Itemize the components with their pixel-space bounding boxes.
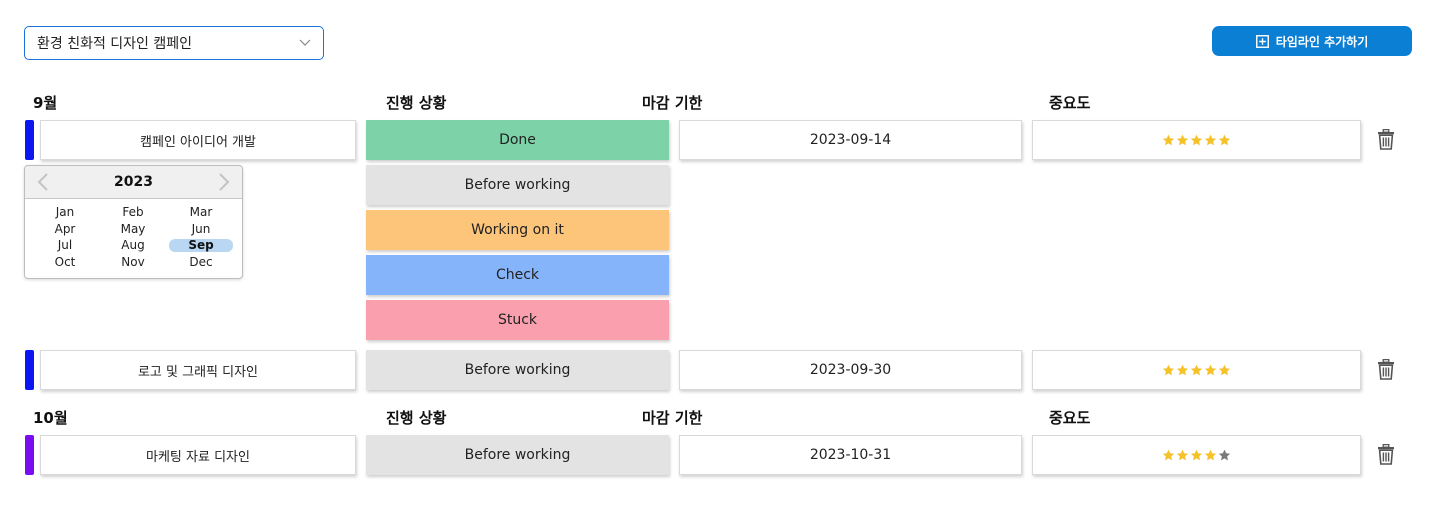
status-option-label: Before working: [464, 177, 571, 193]
campaign-select[interactable]: 환경 친화적 디자인 캠페인: [24, 26, 324, 60]
month-option-sep[interactable]: Sep: [169, 239, 233, 253]
month-option-dec[interactable]: Dec: [169, 255, 233, 269]
deadline-cell[interactable]: 2023-09-14: [679, 120, 1022, 160]
campaign-select-value: 환경 친화적 디자인 캠페인: [37, 36, 193, 52]
priority-cell[interactable]: [1032, 120, 1361, 160]
status-label: Before working: [464, 362, 571, 378]
month-picker-header: 2023: [25, 166, 242, 199]
chevron-right-icon[interactable]: [218, 173, 230, 195]
star-filled-icon[interactable]: [1176, 364, 1189, 376]
star-filled-icon[interactable]: [1176, 134, 1189, 146]
deadline-value: 2023-09-30: [809, 362, 892, 378]
month-picker: 2023 Jan Feb Mar Apr May Jun Jul Aug Sep Oct Nov De…: [24, 165, 243, 279]
task-name: 마케팅 자료 디자인: [146, 449, 250, 465]
star-filled-icon[interactable]: [1176, 449, 1189, 461]
month-option-jul[interactable]: Jul: [33, 239, 97, 252]
star-filled-icon[interactable]: [1162, 134, 1175, 146]
chevron-down-icon: [299, 39, 311, 47]
priority-column-header: 중요도: [1049, 409, 1091, 427]
status-column-header: 진행 상황: [386, 94, 447, 112]
task-name-cell[interactable]: 캠페인 아이디어 개발: [40, 120, 356, 160]
status-option[interactable]: Working on it: [366, 210, 669, 250]
month-option-mar[interactable]: Mar: [169, 206, 233, 219]
star-empty-icon[interactable]: [1218, 449, 1231, 461]
star-rating[interactable]: [1162, 449, 1231, 461]
status-option-label: Stuck: [497, 312, 538, 328]
task-name: 캠페인 아이디어 개발: [140, 134, 256, 150]
star-rating[interactable]: [1162, 364, 1231, 376]
priority-cell[interactable]: [1032, 350, 1361, 390]
month-option-aug[interactable]: Aug: [101, 239, 165, 252]
month-header-oct: 10월: [33, 409, 68, 427]
month-option-oct[interactable]: Oct: [33, 255, 97, 269]
add-timeline-button[interactable]: 타임라인 추가하기: [1212, 26, 1412, 56]
month-option-jun[interactable]: Jun: [169, 222, 233, 236]
plus-square-icon: [1255, 34, 1269, 48]
task-name: 로고 및 그래픽 디자인: [137, 364, 259, 380]
deadline-cell[interactable]: 2023-09-30: [679, 350, 1022, 390]
status-column-header: 진행 상황: [386, 409, 447, 427]
status-option[interactable]: Stuck: [366, 300, 669, 340]
star-rating[interactable]: [1162, 134, 1231, 146]
trash-icon[interactable]: [1375, 127, 1397, 151]
status-cell[interactable]: Before working: [366, 350, 669, 390]
task-name-cell[interactable]: 로고 및 그래픽 디자인: [40, 350, 356, 390]
star-filled-icon[interactable]: [1204, 449, 1217, 461]
month-option-may[interactable]: May: [101, 222, 165, 236]
status-label: Before working: [464, 447, 571, 463]
status-option[interactable]: Before working: [366, 165, 669, 205]
status-cell[interactable]: Done: [366, 120, 669, 160]
status-option-label: Check: [495, 267, 540, 283]
month-option-nov[interactable]: Nov: [101, 255, 165, 269]
star-filled-icon[interactable]: [1204, 134, 1217, 146]
month-option-apr[interactable]: Apr: [33, 222, 97, 236]
month-picker-year: 2023: [114, 174, 153, 190]
star-filled-icon[interactable]: [1190, 134, 1203, 146]
status-option[interactable]: Check: [366, 255, 669, 295]
group-color-stripe: [25, 435, 34, 475]
star-filled-icon[interactable]: [1190, 449, 1203, 461]
deadline-value: 2023-09-14: [809, 132, 892, 148]
month-option-jan[interactable]: Jan: [33, 206, 97, 219]
month-option-feb[interactable]: Feb: [101, 206, 165, 219]
star-filled-icon[interactable]: [1162, 449, 1175, 461]
star-filled-icon[interactable]: [1204, 364, 1217, 376]
deadline-column-header: 마감 기한: [642, 94, 703, 112]
deadline-value: 2023-10-31: [809, 447, 892, 463]
star-filled-icon[interactable]: [1190, 364, 1203, 376]
star-filled-icon[interactable]: [1218, 364, 1231, 376]
trash-icon[interactable]: [1375, 357, 1397, 381]
priority-column-header: 중요도: [1049, 94, 1091, 112]
status-label: Done: [499, 132, 536, 148]
deadline-cell[interactable]: 2023-10-31: [679, 435, 1022, 475]
add-timeline-label: 타임라인 추가하기: [1275, 34, 1369, 49]
trash-icon[interactable]: [1375, 442, 1397, 466]
star-filled-icon[interactable]: [1218, 134, 1231, 146]
star-filled-icon[interactable]: [1162, 364, 1175, 376]
deadline-column-header: 마감 기한: [642, 409, 703, 427]
status-cell[interactable]: Before working: [366, 435, 669, 475]
group-color-stripe: [25, 350, 34, 390]
priority-cell[interactable]: [1032, 435, 1361, 475]
group-color-stripe: [25, 120, 34, 160]
status-option-label: Working on it: [471, 222, 564, 238]
task-name-cell[interactable]: 마케팅 자료 디자인: [40, 435, 356, 475]
month-header-sep: 9월: [33, 94, 58, 112]
